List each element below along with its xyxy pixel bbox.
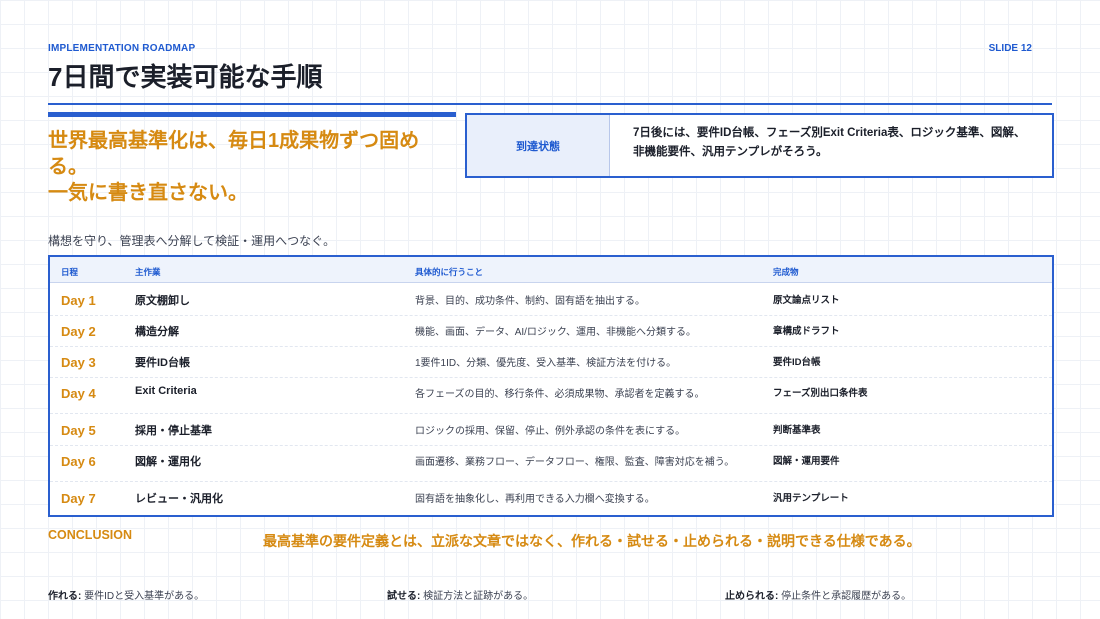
conclusion-label: CONCLUSION <box>48 528 133 542</box>
headline-line: 一気に書き直さない。 <box>48 182 248 204</box>
day-cell: Day 7 <box>61 491 96 506</box>
target-state-text: 7日後には、要件ID台帳、フェーズ別Exit Criteria表、ロジック基準、… <box>633 127 1026 158</box>
accent-bar <box>48 112 456 117</box>
footer-note-key: 止められる: <box>725 591 779 602</box>
table-row: Day 2 構造分解 機能、画面、データ、AI/ロジック、運用、非機能へ分類する… <box>50 315 1052 347</box>
task-cell: 原文棚卸し <box>135 295 190 307</box>
table-row: Day 6 図解・運用化 画面遷移、業務フロー、データフロー、権限、監査、障害対… <box>50 445 1052 482</box>
table-row: Day 3 要件ID台帳 1要件1ID、分類、優先度、受入基準、検証方法を付ける… <box>50 346 1052 378</box>
footer-note: 作れる: 要件IDと受入基準がある。 <box>48 587 204 602</box>
task-cell: 要件ID台帳 <box>135 357 190 369</box>
description-cell: 1要件1ID、分類、優先度、受入基準、検証方法を付ける。 <box>415 358 677 369</box>
deliverable-cell: 判断基準表 <box>773 425 821 436</box>
description-cell: 背景、目的、成功条件、制約、固有語を抽出する。 <box>415 296 645 307</box>
description-cell: 機能、画面、データ、AI/ロジック、運用、非機能へ分類する。 <box>415 327 697 338</box>
headline-line: 世界最高基準化は、毎日1成果物ずつ固め <box>48 130 420 152</box>
roadmap-table: 日程 主作業 具体的に行うこと 完成物 Day 1 原文棚卸し 背景、目的、成功… <box>48 255 1054 517</box>
column-header-schedule: 日程 <box>61 267 79 277</box>
day-cell: Day 5 <box>61 423 96 438</box>
column-header-task: 主作業 <box>135 267 161 277</box>
day-cell: Day 2 <box>61 324 96 339</box>
footer-note-key: 試せる: <box>387 591 421 602</box>
task-cell: 図解・運用化 <box>135 456 201 468</box>
table-row: Day 7 レビュー・汎用化 固有語を抽象化し、再利用できる入力欄へ変換する。 … <box>50 482 1052 513</box>
conclusion-text: 最高基準の要件定義とは、立派な文章ではなく、作れる・試せる・止められる・説明でき… <box>263 533 921 549</box>
table-row: Day 5 採用・停止基準 ロジックの採用、保留、停止、例外承認の条件を表にする… <box>50 414 1052 446</box>
deliverable-cell: 章構成ドラフト <box>773 326 840 337</box>
target-state-box: 到達状態 7日後には、要件ID台帳、フェーズ別Exit Criteria表、ロジ… <box>465 113 1054 178</box>
slide-number: SLIDE 12 <box>988 43 1032 54</box>
footer-note-value: 要件IDと受入基準がある。 <box>81 591 205 602</box>
table-row: Day 1 原文棚卸し 背景、目的、成功条件、制約、固有語を抽出する。 原文論点… <box>50 284 1052 316</box>
deliverable-cell: 要件ID台帳 <box>773 357 821 368</box>
eyebrow-label: IMPLEMENTATION ROADMAP <box>48 43 196 54</box>
footer-note-value: 停止条件と承認履歴がある。 <box>778 591 912 602</box>
deliverable-cell: 図解・運用要件 <box>773 456 840 467</box>
footer-note-value: 検証方法と証跡がある。 <box>420 591 534 602</box>
footer-note-key: 作れる: <box>48 591 82 602</box>
deliverable-cell: フェーズ別出口条件表 <box>773 388 868 399</box>
headline-line: る。 <box>48 156 88 178</box>
task-cell: レビュー・汎用化 <box>135 493 223 505</box>
day-cell: Day 6 <box>61 454 96 469</box>
headline: 世界最高基準化は、毎日1成果物ずつ固め る。 一気に書き直さない。 <box>48 128 448 206</box>
table-row: Day 4 Exit Criteria 各フェーズの目的、移行条件、必須成果物、… <box>50 377 1052 414</box>
section-subtitle: 構想を守り、管理表へ分解して検証・運用へつなぐ。 <box>48 234 336 248</box>
task-cell: 採用・停止基準 <box>135 425 212 437</box>
target-state-label: 到達状態 <box>467 115 610 176</box>
footer-note: 止められる: 停止条件と承認履歴がある。 <box>725 587 911 602</box>
column-header-deliverable: 完成物 <box>773 267 799 277</box>
footer-note: 試せる: 検証方法と証跡がある。 <box>387 587 533 602</box>
description-cell: 固有語を抽象化し、再利用できる入力欄へ変換する。 <box>415 494 655 505</box>
deliverable-cell: 汎用テンプレート <box>773 493 849 504</box>
description-cell: 各フェーズの目的、移行条件、必須成果物、承認者を定義する。 <box>415 389 705 400</box>
column-header-actions: 具体的に行うこと <box>415 267 484 277</box>
day-cell: Day 3 <box>61 355 96 370</box>
day-cell: Day 1 <box>61 293 96 308</box>
description-cell: 画面遷移、業務フロー、データフロー、権限、監査、障害対応を補う。 <box>415 457 735 468</box>
table-header: 日程 主作業 具体的に行うこと 完成物 <box>50 257 1052 283</box>
task-cell: Exit Criteria <box>135 385 197 397</box>
title-divider <box>48 103 1052 105</box>
deliverable-cell: 原文論点リスト <box>773 295 840 306</box>
day-cell: Day 4 <box>61 386 96 401</box>
page-title: 7日間で実装可能な手順 <box>48 62 323 92</box>
task-cell: 構造分解 <box>135 326 179 338</box>
description-cell: ロジックの採用、保留、停止、例外承認の条件を表にする。 <box>415 426 686 437</box>
